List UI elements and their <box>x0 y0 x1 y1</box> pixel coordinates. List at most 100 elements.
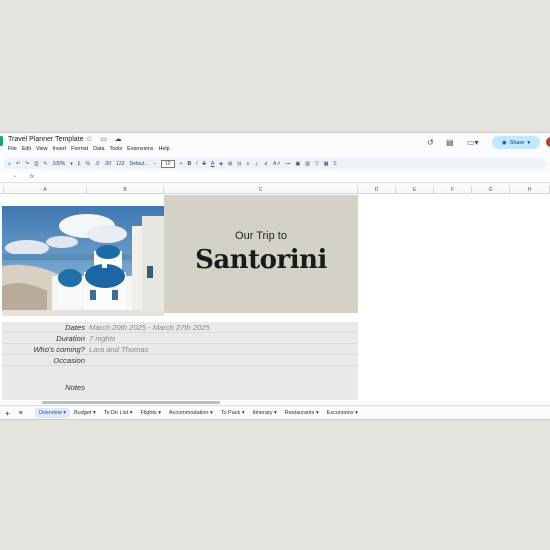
percent-icon[interactable]: % <box>86 161 90 167</box>
column-header-g[interactable]: G <box>472 186 510 194</box>
font-size-input[interactable]: 10 <box>161 159 175 168</box>
tab-restaurants[interactable]: Restaurants ▾ <box>281 408 323 418</box>
font-select[interactable]: Defaul... <box>129 161 148 167</box>
tab-label: Flights <box>140 410 157 416</box>
font-size-increase-icon[interactable]: + <box>180 161 183 167</box>
whos-coming-value[interactable]: Lara and Thomas <box>89 345 149 354</box>
history-icon[interactable]: ↺ <box>427 138 434 147</box>
menu-bar: File Edit View Insert Format Data Tools … <box>8 146 170 152</box>
tab-label: Accommodation <box>168 410 209 416</box>
tab-label: Budget <box>73 410 92 416</box>
fill-color-icon[interactable]: ◈ <box>219 161 223 167</box>
column-header-b[interactable]: B <box>87 186 164 194</box>
strikethrough-icon[interactable]: S <box>203 161 206 167</box>
functions-icon[interactable]: Σ <box>334 161 337 167</box>
menu-help[interactable]: Help <box>159 146 170 152</box>
zoom-select[interactable]: 100% <box>52 161 65 167</box>
bold-icon[interactable]: B <box>187 161 191 167</box>
tab-label: To Do List <box>103 410 129 416</box>
align-icon[interactable]: ≡ <box>246 161 249 167</box>
valign-icon[interactable]: ⊥ <box>254 161 258 167</box>
row-divider <box>2 365 358 366</box>
column-header-h[interactable]: H <box>510 186 550 194</box>
insert-comment-icon[interactable]: ▣ <box>295 161 300 167</box>
redo-icon[interactable]: ↷ <box>25 161 29 167</box>
menu-edit[interactable]: Edit <box>22 146 31 152</box>
column-header-f[interactable]: F <box>434 186 472 194</box>
column-header-d[interactable]: D <box>358 186 396 194</box>
currency-icon[interactable]: £ <box>78 161 81 167</box>
table-views-icon[interactable]: ▦ <box>324 161 329 167</box>
column-header-c[interactable]: C <box>164 186 358 194</box>
search-icon[interactable]: ⌕ <box>8 161 11 167</box>
column-header-a[interactable]: A <box>4 186 87 194</box>
tab-label: Restaurants <box>284 410 315 416</box>
link-icon[interactable]: ⊶ <box>285 161 290 167</box>
chevron-down-icon: ▾ <box>70 160 73 167</box>
menu-extensions[interactable]: Extensions <box>127 146 153 152</box>
menu-data[interactable]: Data <box>93 146 104 152</box>
merge-icon[interactable]: ⊟ <box>237 161 241 167</box>
doc-title[interactable]: Travel Planner Template <box>8 136 83 143</box>
tab-label: Itinerary <box>252 410 273 416</box>
text-color-icon[interactable]: A <box>211 161 214 167</box>
share-label: Share <box>509 139 525 146</box>
filter-icon[interactable]: ▽ <box>315 161 319 167</box>
title-icons[interactable]: ☆ ▭ ☁ <box>86 135 125 143</box>
comment-icon[interactable]: ▤ <box>446 138 454 147</box>
meet-icon[interactable]: ▭▾ <box>467 138 479 147</box>
font-size-decrease-icon[interactable]: − <box>153 161 156 167</box>
wrap-icon[interactable]: ↲ <box>264 161 268 167</box>
print-icon[interactable]: ⎙ <box>34 161 38 167</box>
sheet-tabs-bar: + ≡ Overview ▾ Budget ▾ To Do List ▾ Fli… <box>0 405 550 419</box>
borders-icon[interactable]: ⊞ <box>228 161 232 167</box>
fx-icon: fx <box>30 174 34 180</box>
tab-budget[interactable]: Budget ▾ <box>70 408 100 418</box>
menu-file[interactable]: File <box>8 146 17 152</box>
tab-label: To Pack <box>220 410 241 416</box>
tab-to-pack[interactable]: To Pack ▾ <box>217 408 249 418</box>
cell-reference[interactable]: • <box>14 174 16 180</box>
formula-bar: • fx <box>0 173 550 183</box>
duration-label: Duration <box>56 334 85 343</box>
trip-details[interactable]: Dates March 20th 2025 - March 27th 2025 … <box>2 322 358 400</box>
tab-accommodation[interactable]: Accommodation ▾ <box>165 408 217 418</box>
increase-decimal-icon[interactable]: .00 <box>104 161 111 167</box>
hero-title: Santorini <box>195 245 327 275</box>
horizontal-scrollbar[interactable] <box>42 401 220 404</box>
all-sheets-icon[interactable]: ≡ <box>15 408 27 419</box>
decrease-decimal-icon[interactable]: .0 <box>95 161 99 167</box>
undo-icon[interactable]: ↶ <box>16 161 20 167</box>
share-button[interactable]: ◉ Share ▾ <box>492 136 540 149</box>
italic-icon[interactable]: I <box>196 161 197 167</box>
menu-tools[interactable]: Tools <box>110 146 123 152</box>
santorini-photo[interactable] <box>2 206 164 316</box>
column-header-e[interactable]: E <box>396 186 434 194</box>
rotate-icon[interactable]: A↗ <box>273 161 281 167</box>
dates-label: Dates <box>65 323 85 332</box>
chevron-down-icon: ▾ <box>527 139 531 146</box>
row-divider <box>2 332 358 333</box>
tab-label: Excursions <box>326 410 354 416</box>
tab-to-do-list[interactable]: To Do List ▾ <box>100 408 137 418</box>
tab-overview[interactable]: Overview ▾ <box>34 408 70 418</box>
sheets-logo-icon[interactable] <box>0 136 3 146</box>
tab-flights[interactable]: Flights ▾ <box>136 408 165 418</box>
whos-coming-label: Who's coming? <box>33 345 85 354</box>
paint-format-icon[interactable]: ✎ <box>43 161 47 167</box>
hero-banner[interactable]: Our Trip to Santorini <box>164 195 358 313</box>
hero-subtitle: Our Trip to <box>235 230 287 242</box>
tab-excursions[interactable]: Excursions ▾ <box>323 408 362 418</box>
duration-value[interactable]: 7 nights <box>89 334 116 343</box>
add-sheet-icon[interactable]: + <box>0 409 15 418</box>
menu-view[interactable]: View <box>36 146 48 152</box>
dates-value[interactable]: March 20th 2025 - March 27th 2025 <box>89 323 210 332</box>
tab-itinerary[interactable]: Itinerary ▾ <box>249 408 281 418</box>
menu-insert[interactable]: Insert <box>53 146 66 152</box>
avatar[interactable] <box>546 137 550 147</box>
toolbar: ⌕ ↶ ↷ ⎙ ✎ 100% ▾ £ % .0 .00 123 Defaul..… <box>4 158 546 169</box>
chart-icon[interactable]: ▥ <box>305 161 310 167</box>
notes-label: Notes <box>65 383 85 392</box>
menu-format[interactable]: Format <box>71 146 88 152</box>
number-format-button[interactable]: 123 <box>116 161 124 167</box>
